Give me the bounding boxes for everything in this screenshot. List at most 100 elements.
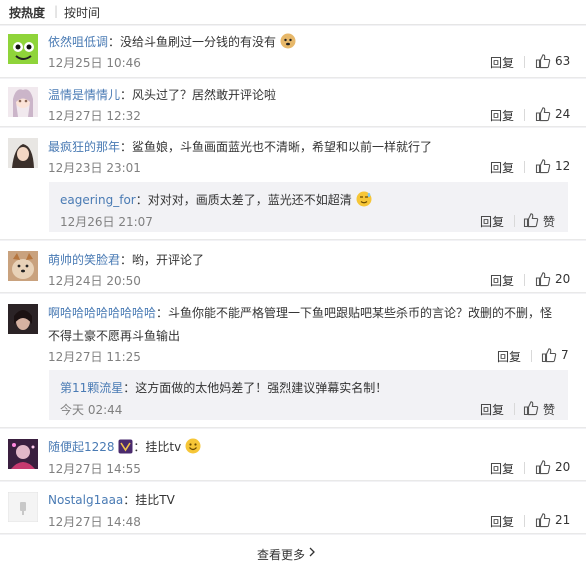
username[interactable]: eagering_for bbox=[60, 193, 136, 207]
divider bbox=[531, 350, 532, 362]
reply-button[interactable]: 回复 bbox=[490, 159, 514, 176]
reply-content: 第11颗流星：这方面做的太他妈差了！强烈建议弹幕实名制！ bbox=[60, 381, 388, 395]
comment-text-continued: 不得土豪不愿再斗鱼输出 bbox=[48, 329, 181, 343]
sort-bar: 按热度 | 按时间 bbox=[0, 0, 586, 25]
username[interactable]: 萌帅的笑脸君 bbox=[48, 253, 120, 267]
thumbs-up-icon[interactable] bbox=[541, 347, 557, 363]
doge-emoji-icon bbox=[280, 33, 296, 49]
timestamp: 12月25日 10:46 bbox=[48, 56, 141, 70]
like-count: 20 bbox=[555, 460, 571, 474]
sweat-smile-emoji-icon bbox=[356, 191, 372, 207]
reply-text: 对对对，画质太差了，蓝光还不如超清 bbox=[147, 193, 352, 207]
comment-text: 挂比TV bbox=[135, 493, 175, 507]
comment-text: 鲨鱼娘，斗鱼画面蓝光也不清晰，希望和以前一样就行了 bbox=[132, 140, 433, 154]
divider bbox=[524, 109, 525, 121]
comment-content: 温情是情情儿：风头过了？居然敢开评论啦 bbox=[48, 88, 277, 102]
username[interactable]: 依然咀低调 bbox=[48, 35, 108, 49]
reply-button[interactable]: 回复 bbox=[490, 107, 514, 124]
divider bbox=[524, 462, 525, 474]
thumbs-up-icon[interactable] bbox=[535, 512, 551, 528]
like-count: 63 bbox=[555, 54, 571, 68]
username[interactable]: 最疯狂的那年 bbox=[48, 140, 120, 154]
reply-button[interactable]: 回复 bbox=[490, 272, 514, 289]
timestamp: 12月23日 23:01 bbox=[48, 161, 141, 175]
view-more-link[interactable]: 查看更多 bbox=[257, 546, 305, 563]
reply-button[interactable]: 回复 bbox=[490, 460, 514, 477]
vip-badge-icon bbox=[118, 439, 133, 454]
thumbs-up-icon[interactable] bbox=[535, 53, 551, 69]
divider bbox=[524, 56, 525, 68]
avatar[interactable] bbox=[8, 304, 38, 334]
view-more-bar: 查看更多 bbox=[0, 535, 586, 567]
chevron-right-icon bbox=[309, 547, 315, 557]
avatar[interactable] bbox=[8, 87, 38, 117]
timestamp: 12月24日 20:50 bbox=[48, 274, 141, 288]
thumbs-up-icon[interactable] bbox=[535, 271, 551, 287]
comment-item: 萌帅的笑脸君：哟，开评论了 12月24日 20:50 回复 20 bbox=[0, 241, 586, 293]
like-count: 20 bbox=[555, 272, 571, 286]
comment-item: 啊哈哈哈哈哈哈哈哈：斗鱼你能不能严格管理一下鱼吧跟贴吧某些杀币的言论？改删的不删… bbox=[0, 294, 586, 428]
reply-button[interactable]: 回复 bbox=[480, 213, 504, 230]
smiley-emoji-icon bbox=[185, 438, 201, 454]
reply-button[interactable]: 回复 bbox=[490, 513, 514, 530]
avatar[interactable] bbox=[8, 439, 38, 469]
reply-text: 这方面做的太他妈差了！强烈建议弹幕实名制！ bbox=[135, 381, 388, 395]
like-count: 12 bbox=[555, 159, 571, 173]
thumbs-up-icon[interactable] bbox=[535, 459, 551, 475]
timestamp: 12月26日 21:07 bbox=[60, 215, 153, 229]
comment-item: 依然咀低调：没给斗鱼刷过一分钱的有没有 12月25日 10:46 回复 63 bbox=[0, 26, 586, 78]
comment-item: 随便起1228 ：挂比tv 12月27日 14:55 回复 20 bbox=[0, 429, 586, 481]
divider bbox=[524, 274, 525, 286]
sort-by-hot-tab[interactable]: 按热度 bbox=[9, 4, 45, 21]
reply-button[interactable]: 回复 bbox=[490, 54, 514, 71]
sort-by-time-tab[interactable]: 按时间 bbox=[64, 4, 100, 21]
sub-reply: 第11颗流星：这方面做的太他妈差了！强烈建议弹幕实名制！ 今天 02:44 回复… bbox=[49, 370, 568, 420]
comment-content: 随便起1228 ：挂比tv bbox=[48, 438, 201, 455]
timestamp: 12月27日 11:25 bbox=[48, 350, 141, 364]
comment-content: 萌帅的笑脸君：哟，开评论了 bbox=[48, 253, 205, 267]
like-label: 赞 bbox=[543, 215, 556, 229]
comment-text: 斗鱼你能不能严格管理一下鱼吧跟贴吧某些杀币的言论？改删的不删，怪 bbox=[168, 306, 553, 320]
comment-item: 温情是情情儿：风头过了？居然敢开评论啦 12月27日 12:32 回复 24 bbox=[0, 79, 586, 127]
comment-content: Nostalg1aaa：挂比TV bbox=[48, 493, 175, 507]
comment-item: 最疯狂的那年：鲨鱼娘，斗鱼画面蓝光也不清晰，希望和以前一样就行了 12月23日 … bbox=[0, 128, 586, 240]
timestamp: 12月27日 14:48 bbox=[48, 515, 141, 529]
like-count: 21 bbox=[555, 513, 571, 527]
avatar[interactable] bbox=[8, 492, 38, 522]
comment-text: 没给斗鱼刷过一分钱的有没有 bbox=[120, 35, 277, 49]
thumbs-up-icon[interactable] bbox=[523, 212, 539, 228]
thumbs-up-icon[interactable] bbox=[535, 106, 551, 122]
comment-content: 啊哈哈哈哈哈哈哈哈：斗鱼你能不能严格管理一下鱼吧跟贴吧某些杀币的言论？改删的不删… bbox=[48, 306, 553, 320]
like-count: 24 bbox=[555, 107, 571, 121]
reply-content: eagering_for：对对对，画质太差了，蓝光还不如超清 bbox=[60, 191, 372, 208]
like-count: 7 bbox=[561, 348, 569, 362]
reply-button[interactable]: 回复 bbox=[480, 401, 504, 418]
comment-text: 风头过了？居然敢开评论啦 bbox=[132, 88, 277, 102]
username[interactable]: Nostalg1aaa bbox=[48, 493, 123, 507]
username[interactable]: 第11颗流星 bbox=[60, 381, 123, 395]
avatar[interactable] bbox=[8, 138, 38, 168]
timestamp: 今天 02:44 bbox=[60, 403, 123, 417]
timestamp: 12月27日 14:55 bbox=[48, 462, 141, 476]
divider bbox=[514, 403, 515, 415]
divider bbox=[524, 515, 525, 527]
comment-content: 依然咀低调：没给斗鱼刷过一分钱的有没有 bbox=[48, 33, 296, 50]
username[interactable]: 温情是情情儿 bbox=[48, 88, 120, 102]
divider bbox=[514, 215, 515, 227]
username[interactable]: 随便起1228 bbox=[48, 440, 115, 454]
thumbs-up-icon[interactable] bbox=[523, 400, 539, 416]
sub-reply: eagering_for：对对对，画质太差了，蓝光还不如超清 12月26日 21… bbox=[49, 182, 568, 232]
comment-item: Nostalg1aaa：挂比TV 12月27日 14:48 回复 21 bbox=[0, 482, 586, 534]
thumbs-up-icon[interactable] bbox=[535, 158, 551, 174]
comment-text: 挂比tv bbox=[145, 440, 182, 454]
reply-button[interactable]: 回复 bbox=[497, 348, 521, 365]
divider bbox=[524, 161, 525, 173]
comment-text: 哟，开评论了 bbox=[132, 253, 205, 267]
sort-divider: | bbox=[54, 4, 59, 18]
like-label: 赞 bbox=[543, 403, 556, 417]
avatar[interactable] bbox=[8, 34, 38, 64]
comment-content: 最疯狂的那年：鲨鱼娘，斗鱼画面蓝光也不清晰，希望和以前一样就行了 bbox=[48, 140, 433, 154]
avatar[interactable] bbox=[8, 251, 38, 281]
timestamp: 12月27日 12:32 bbox=[48, 109, 141, 123]
username[interactable]: 啊哈哈哈哈哈哈哈哈 bbox=[48, 306, 156, 320]
